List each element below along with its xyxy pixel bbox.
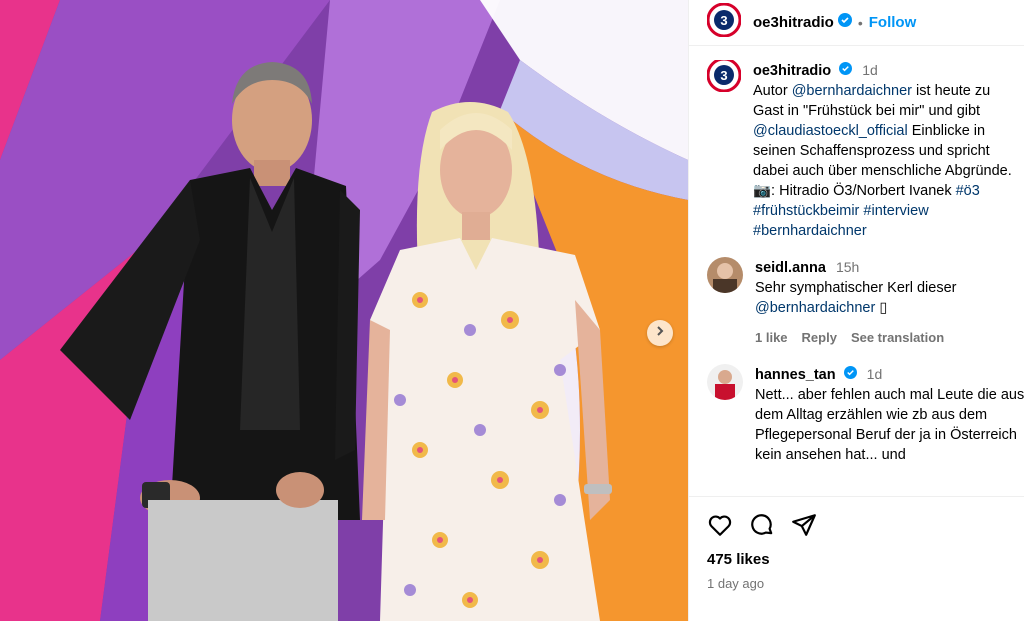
chevron-right-icon [654, 324, 666, 342]
see-translation-button[interactable]: See translation [851, 328, 944, 348]
caption-link[interactable]: #interview [863, 203, 928, 219]
comment-username[interactable]: seidl.anna [755, 260, 826, 276]
caption-link[interactable]: @bernhardaichner [792, 83, 912, 99]
comment-time: 15h [835, 259, 860, 276]
caption-link[interactable]: @claudiastoeckl_official [753, 123, 908, 139]
follow-button[interactable]: Follow [869, 14, 917, 31]
caption-link[interactable]: #frühstückbeimir [753, 203, 859, 219]
like-count[interactable]: 475 likes [707, 551, 770, 568]
comment-emoji: ▯ [879, 300, 888, 317]
heart-icon[interactable] [707, 512, 733, 538]
caption-link[interactable]: #ö3 [956, 183, 980, 199]
post-header: 3 oe3hitradio • Follow [689, 0, 1024, 46]
svg-text:3: 3 [720, 68, 727, 83]
oe3-logo-icon: 3 [707, 60, 742, 97]
caption-username[interactable]: oe3hitradio [753, 63, 831, 79]
next-image-button[interactable] [647, 320, 673, 346]
profile-avatar[interactable]: 3 [706, 2, 742, 42]
post-side-panel: 3 oe3hitradio • Follow 3 oe3hitradio 1d … [688, 0, 1024, 621]
verified-badge-icon [837, 13, 852, 32]
caption-entry: 3 oe3hitradio 1d Autor @bernhardaichner … [707, 60, 1024, 241]
post-photo[interactable] [0, 0, 688, 621]
verified-badge-icon [843, 365, 857, 385]
commenter-avatar[interactable] [707, 364, 743, 401]
post-image [0, 0, 688, 621]
commenter-avatar[interactable] [707, 257, 743, 294]
comment-username[interactable]: hannes_tan [755, 367, 836, 383]
divider [689, 496, 1024, 497]
caption-segment: 📷: Hitradio Ö3/Norbert Ivanek [753, 183, 956, 200]
post-timestamp[interactable]: 1 day ago [707, 576, 764, 591]
comment-text: Nett... aber fehlen auch mal Leute die a… [755, 387, 1024, 464]
separator-dot: • [857, 14, 863, 31]
post-actions [707, 512, 817, 538]
comment-reply-button[interactable]: Reply [802, 328, 837, 348]
verified-badge-icon [839, 61, 853, 81]
caption-text: Autor @bernhardaichner ist heute zu Gast… [753, 81, 1023, 241]
comment-item: hannes_tan 1d Nett... aber fehlen auch m… [707, 364, 1024, 465]
comment-mention[interactable]: @bernhardaichner [755, 300, 875, 316]
header-username[interactable]: oe3hitradio [753, 14, 834, 31]
comments-list[interactable]: 3 oe3hitradio 1d Autor @bernhardaichner … [707, 60, 1024, 496]
comment-time: 1d [866, 366, 883, 383]
comment-like-count[interactable]: 1 like [755, 328, 788, 348]
caption-body: oe3hitradio 1d Autor @bernhardaichner is… [753, 60, 1023, 241]
caption-time: 1d [862, 62, 878, 78]
caption-segment: Autor [753, 83, 792, 100]
comment-icon[interactable] [749, 512, 775, 538]
svg-text:3: 3 [720, 13, 727, 28]
caption-avatar[interactable]: 3 [707, 60, 742, 97]
comment-text: Sehr symphatischer Kerl dieser [755, 280, 957, 297]
oe3-logo-icon: 3 [706, 2, 742, 42]
comment-item: seidl.anna 15h Sehr symphatischer Kerl d… [707, 257, 1024, 348]
caption-link[interactable]: #bernhardaichner [753, 223, 867, 239]
share-icon[interactable] [791, 512, 817, 538]
